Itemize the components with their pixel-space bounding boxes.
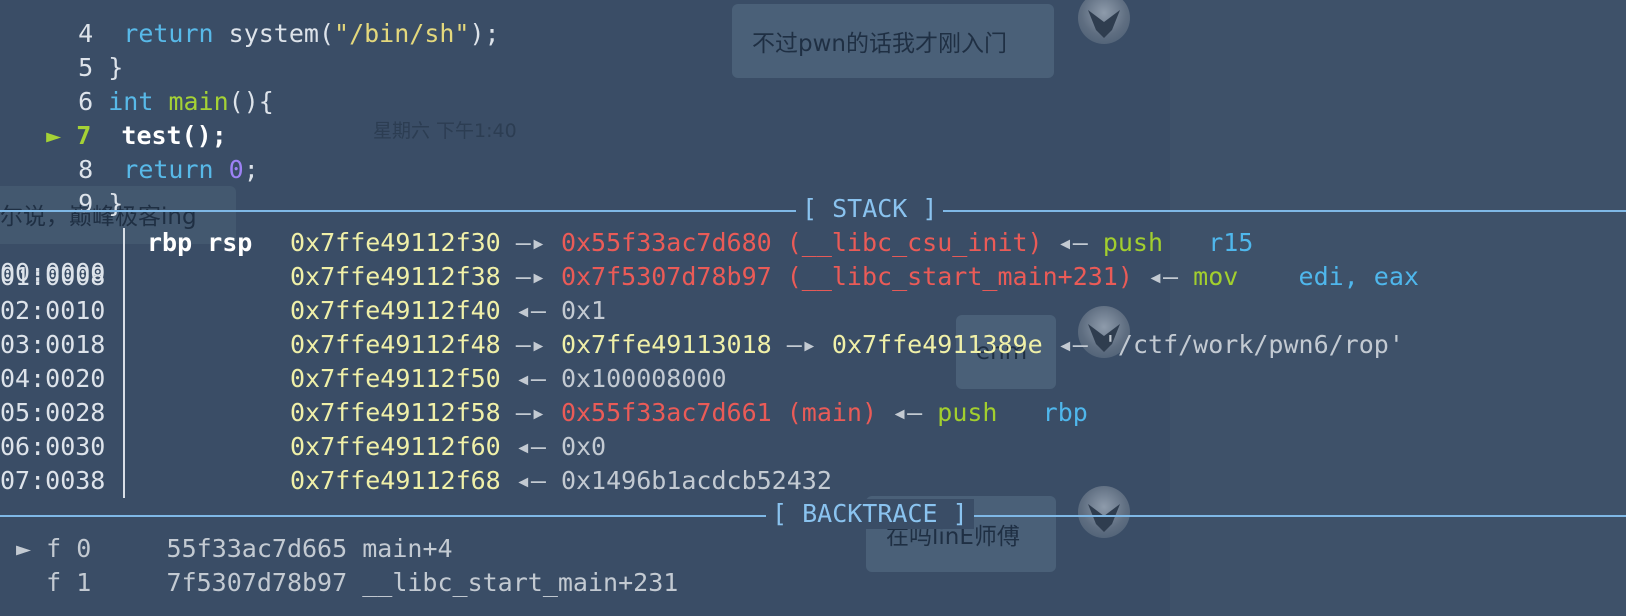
stack-row-registers: rbp rsp	[147, 228, 253, 257]
stack-row-content: 0x7ffe49112f60 ◂— 0x0	[290, 432, 607, 461]
backtrace-frame-0: ► f 0 55f33ac7d665 main+4	[16, 534, 453, 563]
backtrace-frame-1: f 1 7f5307d78b97 __libc_start_main+231	[46, 568, 679, 597]
avatar[interactable]	[1078, 486, 1130, 538]
avatar[interactable]	[1078, 0, 1130, 44]
stack-row: 01:0008	[0, 262, 106, 291]
stack-row-content: 0x7ffe49112f40 ◂— 0x1	[290, 296, 607, 325]
stack-row-content: 0x7ffe49112f38 —▸ 0x7f5307d78b97 (__libc…	[290, 262, 1419, 291]
backtrace-header: [ BACKTRACE ]	[766, 499, 974, 529]
stack-row: 03:0018	[0, 330, 106, 359]
stack-row-content: 0x7ffe49112f68 ◂— 0x1496b1acdcb52432	[290, 466, 832, 495]
stack-row-content: 0x7ffe49112f30 —▸ 0x55f33ac7d680 (__libc…	[290, 228, 1254, 257]
chat-panel-background	[1170, 0, 1626, 616]
stack-row: 04:0020	[0, 364, 106, 393]
message-timestamp: 星期六 下午1:40	[373, 120, 517, 142]
stack-row-content: 0x7ffe49112f58 —▸ 0x55f33ac7d661 (main) …	[290, 398, 1088, 427]
current-frame-marker-icon: ►	[16, 534, 32, 563]
chat-bubble-1[interactable]: 不过pwn的话我才刚入门	[732, 4, 1054, 78]
stack-row: 02:0010	[0, 296, 106, 325]
stack-row-content: 0x7ffe49112f48 —▸ 0x7ffe49113018 —▸ 0x7f…	[290, 330, 1404, 359]
stack-header: [ STACK ]	[796, 194, 944, 224]
stack-row: 07:0038	[0, 466, 106, 495]
stack-row: 05:0028	[0, 398, 106, 427]
stack-offset-separator	[123, 228, 125, 498]
stack-row-content: 0x7ffe49112f50 ◂— 0x100008000	[290, 364, 727, 393]
stack-row: 06:0030	[0, 432, 106, 461]
